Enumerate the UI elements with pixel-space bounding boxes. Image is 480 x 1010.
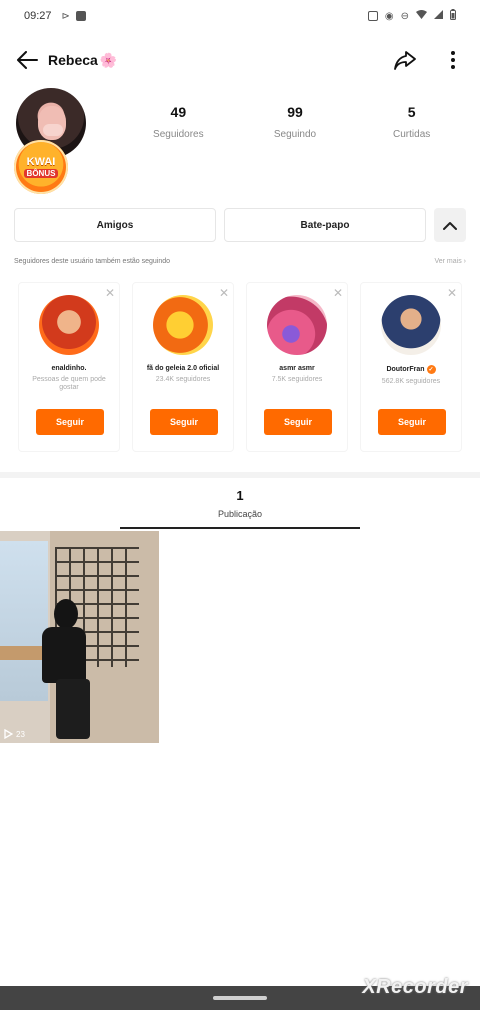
suggestion-avatar[interactable] [39, 295, 99, 355]
stat-label: Curtidas [393, 129, 431, 140]
avatar-mask [43, 124, 63, 136]
suggestion-name-text: DoutorFran [386, 366, 425, 373]
suggestion-name: asmr asmr [279, 365, 314, 372]
stat-value: 49 [170, 104, 187, 120]
suggestion-avatar[interactable] [267, 295, 327, 355]
do-not-disturb-icon: ⊖ [400, 10, 409, 22]
suggestion-card[interactable]: ✕ asmr asmr 7.5K seguidores Seguir [246, 282, 348, 452]
arrow-left-icon [17, 51, 38, 69]
suggestion-name: DoutorFran ✓ [386, 365, 436, 374]
share-button[interactable] [392, 47, 418, 73]
tab-indicator [120, 527, 360, 529]
profile-stats: 49 Seguidores 99 Seguindo 5 Curtidas [120, 104, 470, 140]
more-options-button[interactable] [440, 47, 466, 73]
stat-likes[interactable]: 5 Curtidas [357, 104, 467, 140]
home-gesture-handle[interactable] [213, 996, 267, 1000]
section-divider [0, 472, 480, 478]
nfc-icon: ⊳ [61, 10, 70, 22]
play-icon [4, 729, 13, 739]
signal-icon [434, 10, 443, 22]
recorder-watermark: XRecorder [362, 976, 468, 998]
thumb-person-body [42, 627, 86, 683]
thumb-person-legs [56, 679, 90, 739]
kebab-menu-icon [451, 51, 455, 69]
dismiss-close-icon[interactable]: ✕ [331, 287, 345, 301]
verified-check-icon: ✓ [426, 365, 436, 374]
tab-count: 1 [236, 488, 244, 503]
suggestions-header: Seguidores deste usuário também estão se… [14, 258, 466, 265]
suggestion-card[interactable]: ✕ DoutorFran ✓ 562.8K seguidores Seguir [360, 282, 462, 452]
stat-label: Seguindo [273, 129, 317, 140]
follow-button[interactable]: Seguir [150, 409, 218, 435]
chevron-up-icon [443, 221, 457, 230]
profile-header: Rebeca 🌸 [0, 40, 480, 80]
see-more-link[interactable]: Ver mais › [434, 258, 466, 265]
follow-button[interactable]: Seguir [378, 409, 446, 435]
suggestion-subtitle: 7.5K seguidores [271, 376, 323, 383]
suggestion-subtitle: 23.4K seguidores [155, 376, 211, 383]
post-thumbnail[interactable]: 23 [0, 531, 159, 743]
suggestion-name: enaldinho. [52, 365, 87, 372]
collapse-suggestions-button[interactable] [434, 208, 466, 242]
suggestions-title: Seguidores deste usuário também estão se… [14, 258, 171, 265]
tab-publications[interactable]: 1 Publicação [120, 488, 360, 528]
suggestion-cards: ✕ enaldinho. Pessoas de quem pode gostar… [18, 282, 478, 454]
suggestion-card[interactable]: ✕ enaldinho. Pessoas de quem pode gostar… [18, 282, 120, 452]
view-count-text: 23 [16, 729, 25, 739]
dismiss-close-icon[interactable]: ✕ [217, 287, 231, 301]
suggestion-name-text: enaldinho. [51, 365, 87, 372]
profile-actions: Amigos Bate-papo [14, 208, 466, 242]
profile-avatar-area: KWAI BÔNUS [14, 88, 90, 198]
share-icon [394, 51, 416, 70]
stat-label: Seguidores [153, 129, 204, 140]
suggestion-name: fã do geleia 2.0 oficial [147, 365, 219, 372]
username-text: Rebeca [48, 51, 98, 68]
follow-button[interactable]: Seguir [36, 409, 104, 435]
tab-label: Publicação [217, 509, 263, 519]
back-button[interactable] [14, 47, 40, 73]
suggestion-name-text: fã do geleia 2.0 oficial [146, 365, 220, 372]
wifi-icon [416, 10, 427, 22]
profile-username: Rebeca 🌸 [48, 52, 117, 69]
dismiss-close-icon[interactable]: ✕ [445, 287, 459, 301]
suggestion-subtitle: Pessoas de quem pode gostar [32, 376, 106, 391]
profile-screen: 09:27 ⊳ ◉ ⊖ Rebeca 🌸 KWAI BÔNUS 49 Segui… [0, 0, 480, 1010]
thumb-person [34, 599, 90, 739]
thumb-person-hair [54, 599, 78, 629]
view-count: 23 [4, 729, 25, 739]
dismiss-close-icon[interactable]: ✕ [103, 287, 117, 301]
status-time: 09:27 [24, 10, 52, 22]
stat-value: 99 [287, 104, 303, 120]
follow-button[interactable]: Seguir [264, 409, 332, 435]
eye-icon: ◉ [384, 10, 394, 22]
see-more-text: Ver mais [434, 258, 462, 265]
battery-icon [450, 9, 456, 23]
suggestion-subtitle: 562.8K seguidores [381, 378, 441, 385]
stat-following[interactable]: 99 Seguindo [240, 104, 350, 140]
suggestion-avatar[interactable] [153, 295, 213, 355]
suggestion-avatar[interactable] [381, 295, 441, 355]
chevron-right-icon: › [463, 258, 466, 265]
bonus-badge-line1: KWAI [26, 155, 56, 168]
status-bar: 09:27 ⊳ ◉ ⊖ [0, 0, 480, 32]
friends-button[interactable]: Amigos [14, 208, 216, 242]
stat-followers[interactable]: 49 Seguidores [123, 104, 233, 140]
stat-value: 5 [407, 104, 416, 120]
bonus-badge-line2: BÔNUS [23, 168, 59, 178]
camera-record-icon [75, 11, 86, 21]
username-emoji: 🌸 [99, 51, 118, 68]
suggestion-name-text: asmr asmr [279, 365, 315, 372]
suggestion-card[interactable]: ✕ fã do geleia 2.0 oficial 23.4K seguido… [132, 282, 234, 452]
cast-icon [367, 11, 378, 21]
kwai-bonus-badge[interactable]: KWAI BÔNUS [14, 140, 68, 194]
chat-button[interactable]: Bate-papo [224, 208, 426, 242]
